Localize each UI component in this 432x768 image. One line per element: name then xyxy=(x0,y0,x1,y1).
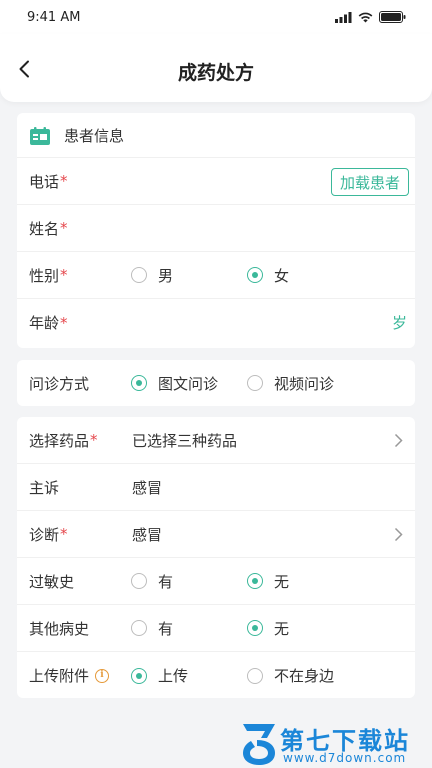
attachment-label-text: 上传附件 xyxy=(29,667,90,685)
drug-label: 选择药品 * xyxy=(29,417,98,463)
gender-row: 性别 * 男 女 xyxy=(17,252,415,299)
radio-circle-selected xyxy=(247,620,263,636)
required-mark: * xyxy=(90,431,98,449)
name-label-text: 姓名 xyxy=(29,219,60,238)
consult-method-card: 问诊方式 图文问诊 视频问诊 xyxy=(17,360,415,406)
prescription-card: 选择药品 * 已选择三种药品 主诉 感冒 诊断 * 感冒 过敏史 有 无 其他病史 xyxy=(17,417,415,698)
required-mark: * xyxy=(60,219,68,237)
radio-label: 女 xyxy=(274,266,290,285)
required-mark: * xyxy=(60,266,68,284)
history-yes-radio[interactable]: 有 xyxy=(131,605,173,651)
required-mark: * xyxy=(60,172,68,190)
radio-circle xyxy=(247,667,263,684)
drug-label-text: 选择药品 xyxy=(29,431,90,450)
allergy-yes-radio[interactable]: 有 xyxy=(131,558,173,604)
watermark-logo-icon xyxy=(243,724,275,765)
phone-row: 电话 * 加载患者 xyxy=(17,158,415,205)
watermark-url: www.d7down.com xyxy=(283,751,407,765)
gender-label: 性别 * xyxy=(29,252,68,298)
attachment-row: 上传附件 i 上传 不在身边 xyxy=(17,652,415,699)
name-label: 姓名 * xyxy=(29,205,68,251)
status-bar: 9:41 AM xyxy=(0,0,432,34)
allergy-row: 过敏史 有 无 xyxy=(17,558,415,605)
section-title: 患者信息 xyxy=(64,126,125,145)
complaint-label: 主诉 xyxy=(29,478,60,497)
drug-row[interactable]: 选择药品 * 已选择三种药品 xyxy=(17,417,415,464)
watermark: 第七下载站 www.d7down.com xyxy=(233,718,432,768)
load-patient-button[interactable]: 加载患者 xyxy=(330,168,409,196)
age-label-text: 年龄 xyxy=(29,314,60,332)
diagnosis-label-text: 诊断 xyxy=(29,525,60,544)
calendar-card-icon xyxy=(30,127,50,149)
name-row[interactable]: 姓名 * xyxy=(17,205,415,252)
attachment-label: 上传附件 i xyxy=(29,652,110,699)
page-title: 成药处方 xyxy=(177,62,254,84)
history-row: 其他病史 有 无 xyxy=(17,605,415,652)
radio-circle-selected xyxy=(131,667,147,684)
radio-label: 无 xyxy=(274,572,290,591)
consult-row: 问诊方式 图文问诊 视频问诊 xyxy=(17,360,415,406)
radio-label: 有 xyxy=(158,619,174,638)
diagnosis-value: 感冒 xyxy=(132,525,163,544)
radio-circle xyxy=(131,620,147,636)
radio-label: 不在身边 xyxy=(274,667,335,685)
status-icons xyxy=(335,11,406,23)
radio-label: 有 xyxy=(158,572,174,591)
gender-female-radio[interactable]: 女 xyxy=(247,252,289,298)
radio-label: 视频问诊 xyxy=(274,374,335,393)
age-suffix: 岁 xyxy=(391,314,407,332)
allergy-no-radio[interactable]: 无 xyxy=(247,558,289,604)
radio-label: 图文问诊 xyxy=(158,374,219,393)
status-time: 9:41 AM xyxy=(27,9,81,25)
radio-circle-selected xyxy=(131,375,147,391)
radio-label: 无 xyxy=(274,619,290,638)
radio-circle xyxy=(131,267,147,283)
diagnosis-row[interactable]: 诊断 * 感冒 xyxy=(17,511,415,558)
gender-male-radio[interactable]: 男 xyxy=(131,252,173,298)
phone-label: 电话 * xyxy=(29,158,68,204)
consult-video-radio[interactable]: 视频问诊 xyxy=(247,360,334,406)
wifi-icon xyxy=(358,12,373,22)
radio-circle xyxy=(247,375,263,391)
radio-circle-selected xyxy=(247,573,263,589)
required-mark: * xyxy=(60,525,68,543)
complaint-row[interactable]: 主诉 感冒 xyxy=(17,464,415,511)
required-mark: * xyxy=(60,313,68,332)
patient-info-card: 患者信息 电话 * 加载患者 姓名 * 性别 * 男 女 年龄 * 岁 xyxy=(17,113,415,348)
consult-text-radio[interactable]: 图文问诊 xyxy=(131,360,218,406)
attach-upload-radio[interactable]: 上传 xyxy=(131,652,188,699)
battery-icon xyxy=(379,11,406,23)
drug-value: 已选择三种药品 xyxy=(132,431,238,450)
radio-label: 上传 xyxy=(158,667,189,685)
complaint-value: 感冒 xyxy=(132,478,163,497)
radio-label: 男 xyxy=(158,266,174,285)
phone-label-text: 电话 xyxy=(29,172,60,191)
history-label: 其他病史 xyxy=(29,619,90,638)
gender-label-text: 性别 xyxy=(29,266,60,285)
patient-info-header: 患者信息 xyxy=(17,113,415,158)
chevron-right-icon xyxy=(394,511,403,557)
allergy-label: 过敏史 xyxy=(29,572,75,591)
attach-not-available-radio[interactable]: 不在身边 xyxy=(247,652,334,699)
history-no-radio[interactable]: 无 xyxy=(247,605,289,651)
info-icon[interactable]: i xyxy=(95,668,110,683)
chevron-right-icon xyxy=(394,417,403,463)
diagnosis-label: 诊断 * xyxy=(29,511,68,557)
radio-circle-selected xyxy=(247,267,263,283)
age-row[interactable]: 年龄 * 岁 xyxy=(17,299,415,346)
consult-label: 问诊方式 xyxy=(29,374,90,393)
signal-icon xyxy=(335,11,352,23)
nav-bar: 成药处方 xyxy=(0,34,432,102)
radio-circle xyxy=(131,573,147,589)
age-label: 年龄 * xyxy=(29,299,68,346)
